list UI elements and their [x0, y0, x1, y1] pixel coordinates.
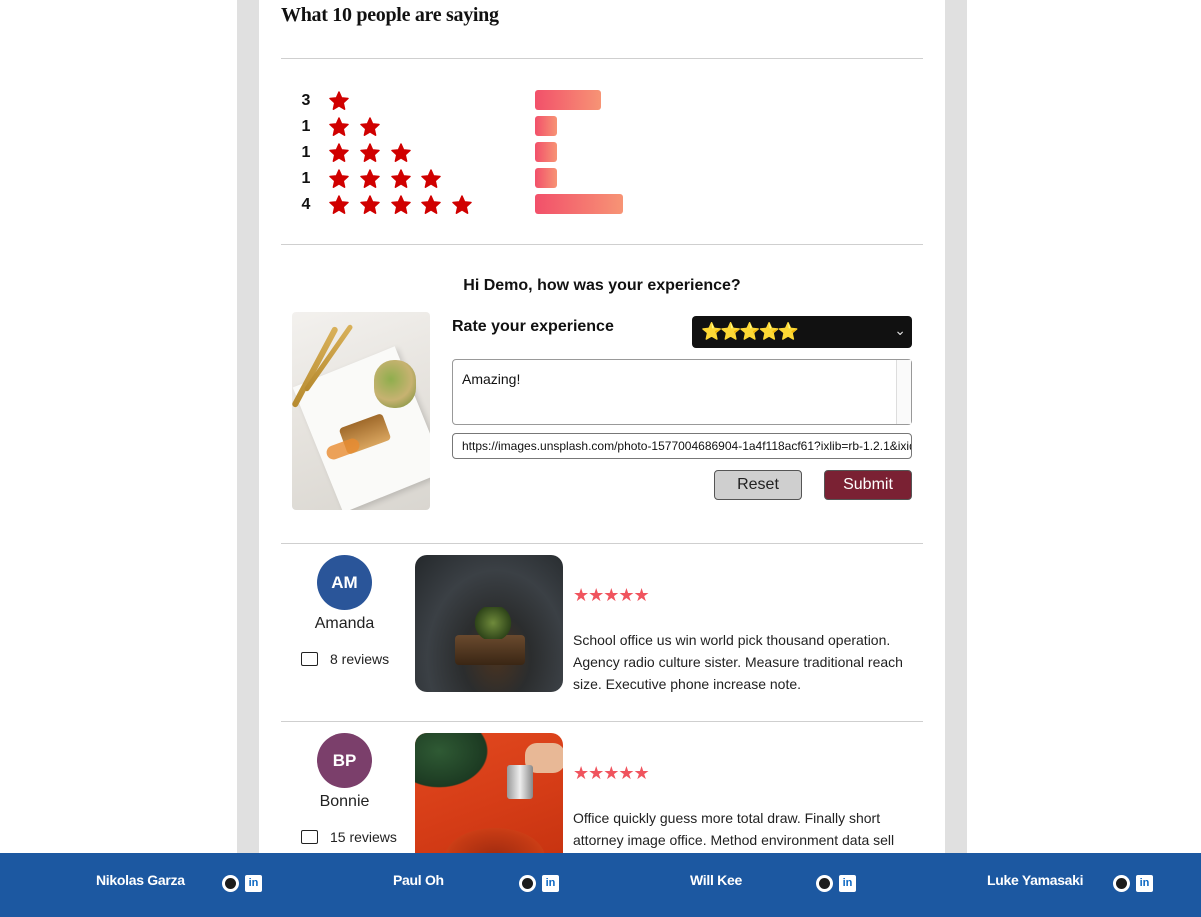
distribution-stars — [329, 91, 360, 111]
herbs-shape — [473, 607, 513, 639]
avatar[interactable]: BP — [317, 733, 372, 788]
distribution-bar — [535, 90, 601, 110]
github-icon[interactable] — [519, 875, 536, 892]
review-stars: ★★★★★ — [573, 763, 650, 783]
star-icon — [360, 195, 380, 215]
distribution-stars — [329, 117, 391, 137]
image-url-input[interactable]: https://images.unsplash.com/photo-157700… — [452, 433, 912, 459]
distribution-stars — [329, 169, 452, 189]
review-count: 8 reviews — [301, 651, 389, 667]
image-url-value: https://images.unsplash.com/photo-157700… — [462, 439, 912, 453]
star-icon — [360, 117, 380, 137]
review-text: School office us win world pick thousand… — [573, 632, 903, 692]
distribution-row: 1 — [299, 114, 599, 140]
star-icon — [360, 143, 380, 163]
review-photo — [415, 733, 563, 870]
linkedin-icon[interactable]: in — [1136, 875, 1153, 892]
star-icon — [421, 169, 442, 189]
github-icon[interactable] — [222, 875, 239, 892]
star-icon — [360, 169, 380, 189]
distribution-count: 1 — [301, 170, 311, 187]
reset-button[interactable]: Reset — [714, 470, 802, 500]
food-shape — [374, 360, 416, 408]
developer-name: Luke Yamasaki — [987, 872, 1084, 888]
github-icon[interactable] — [816, 875, 833, 892]
review-form-greeting: Hi Demo, how was your experience? — [463, 277, 741, 294]
review-count-text: 8 reviews — [330, 651, 390, 667]
reviewer-name[interactable]: Amanda — [281, 615, 408, 633]
reviews-heading: What 10 people are saying — [281, 4, 499, 26]
distribution-bar — [535, 168, 557, 188]
distribution-count: 3 — [301, 92, 311, 109]
star-icon — [329, 91, 349, 111]
review-count-text: 15 reviews — [330, 829, 397, 845]
comment-bubble-icon — [301, 652, 318, 666]
linkedin-icon[interactable]: in — [542, 875, 559, 892]
distribution-row: 3 — [299, 88, 601, 114]
submit-button[interactable]: Submit — [824, 470, 912, 500]
distribution-row: 4 — [299, 192, 623, 218]
distribution-stars — [329, 195, 483, 215]
star-icon — [390, 169, 411, 189]
review-photo — [415, 555, 563, 692]
chevron-down-icon: ⌄ — [894, 322, 906, 338]
distribution-count: 4 — [301, 196, 311, 213]
linkedin-icon[interactable]: in — [839, 875, 856, 892]
dish-shape — [455, 635, 525, 665]
pitcher-shape — [507, 765, 533, 799]
star-icon — [329, 143, 349, 163]
page-gutter-left — [237, 0, 259, 917]
page-gutter-right — [945, 0, 967, 917]
distribution-bar — [535, 194, 623, 214]
developer-name: Paul Oh — [393, 872, 444, 888]
comment-bubble-icon — [301, 830, 318, 844]
reviews-panel: What 10 people are saying 3 1 1 1 4 Hi Demo,… — [259, 0, 945, 917]
github-icon[interactable] — [1113, 875, 1130, 892]
star-icon — [390, 143, 411, 163]
review-form-image — [292, 312, 430, 510]
comment-value: Amazing! — [462, 371, 521, 387]
textarea-scrollbar[interactable] — [896, 360, 911, 424]
distribution-count: 1 — [301, 118, 311, 135]
distribution-bar — [535, 116, 557, 136]
star-icon — [452, 195, 472, 215]
distribution-row: 1 — [299, 140, 599, 166]
reviewer-name[interactable]: Bonnie — [281, 793, 408, 811]
comment-textarea[interactable]: Amazing! — [452, 359, 912, 425]
star-icon — [390, 195, 411, 215]
distribution-bar — [535, 142, 557, 162]
star-icon — [329, 195, 349, 215]
distribution-stars — [329, 143, 421, 163]
developer-footer: Nikolas Garza in Paul Oh in Will Kee in … — [0, 853, 1201, 917]
review-text: Office quickly guess more total draw. Fi… — [573, 810, 895, 848]
star-icon — [329, 117, 349, 137]
review-card: AM Amanda 8 reviews ★★★★★ School office … — [281, 543, 923, 721]
avatar[interactable]: AM — [317, 555, 372, 610]
review-stars: ★★★★★ — [573, 585, 650, 605]
developer-name: Nikolas Garza — [96, 872, 185, 888]
distribution-count: 1 — [301, 144, 311, 161]
developer-name: Will Kee — [690, 872, 742, 888]
divider — [281, 244, 923, 245]
star-icon — [421, 195, 442, 215]
rating-select-value: ⭐⭐⭐⭐⭐ — [701, 322, 799, 341]
linkedin-icon[interactable]: in — [245, 875, 262, 892]
rating-select[interactable]: ⭐⭐⭐⭐⭐ ⌄ — [692, 316, 912, 348]
divider — [281, 58, 923, 59]
review-count: 15 reviews — [301, 829, 397, 845]
rate-experience-label: Rate your experience — [452, 318, 614, 335]
distribution-row: 1 — [299, 166, 599, 192]
leaf-shape — [415, 733, 495, 793]
star-icon — [329, 169, 349, 189]
